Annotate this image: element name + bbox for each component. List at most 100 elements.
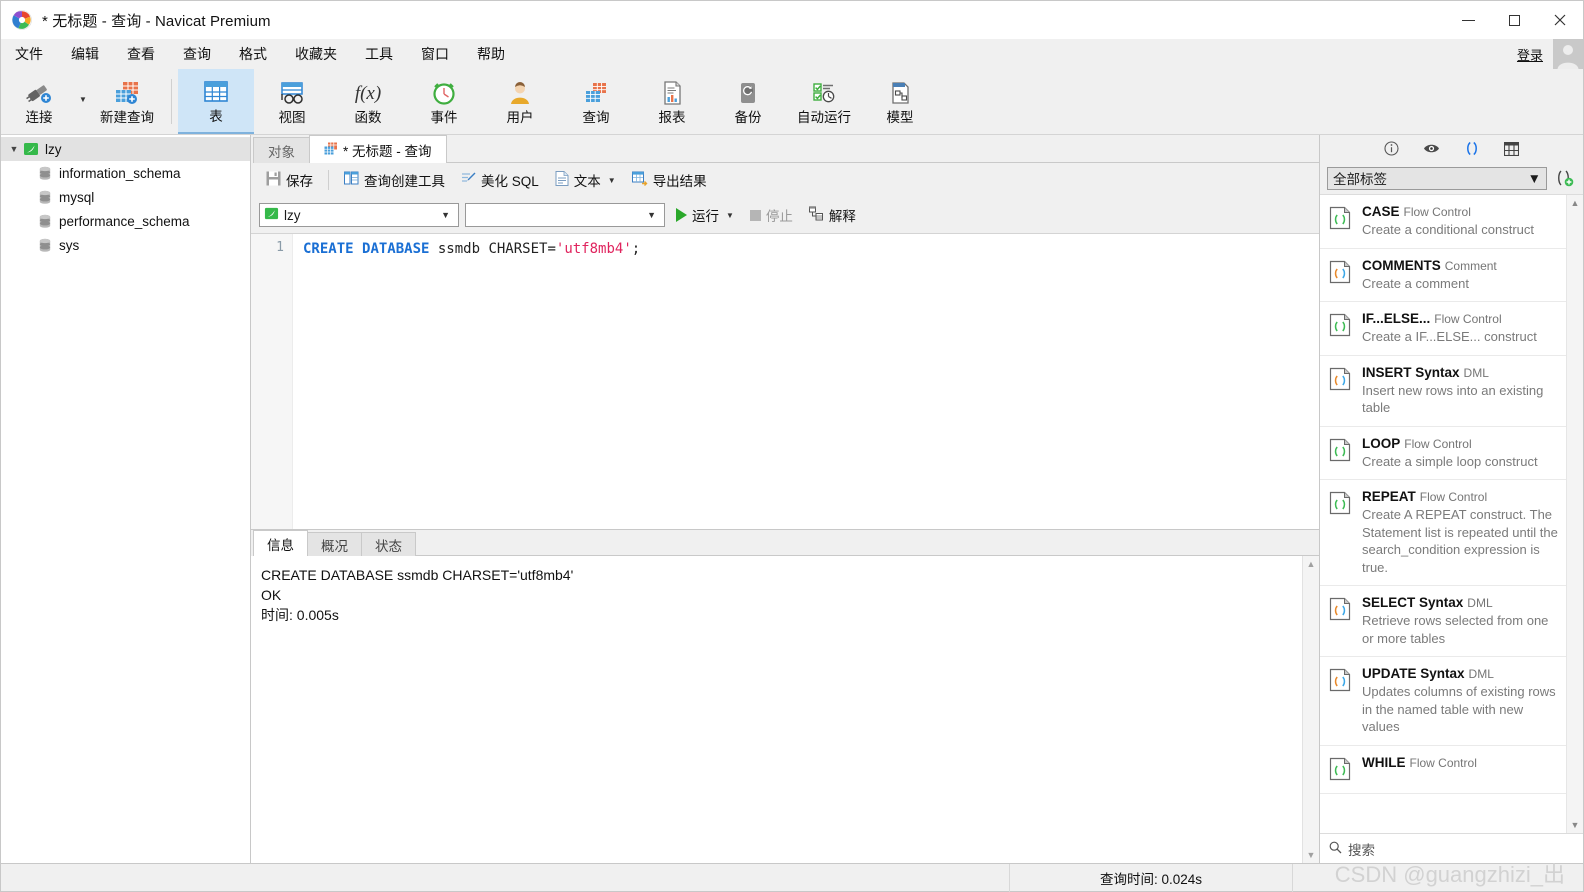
text-dropdown-caret-icon[interactable]: ▼ bbox=[608, 176, 616, 185]
scroll-down-icon[interactable]: ▼ bbox=[1307, 850, 1316, 860]
menu-help[interactable]: 帮助 bbox=[463, 41, 519, 67]
save-button[interactable]: 保存 bbox=[259, 166, 320, 194]
ribbon-new-query[interactable]: 新建查询 bbox=[89, 69, 165, 134]
list-item[interactable]: COMMENTS Comment Create a comment bbox=[1320, 249, 1566, 302]
snippet-category: Flow Control bbox=[1404, 436, 1472, 451]
tree-item-database[interactable]: performance_schema bbox=[1, 209, 250, 233]
grid-icon[interactable] bbox=[1503, 140, 1521, 158]
list-item[interactable]: REPEAT Flow Control Create A REPEAT const… bbox=[1320, 480, 1566, 586]
stop-button[interactable]: 停止 bbox=[745, 202, 798, 228]
beautify-sql-button[interactable]: 美化 SQL bbox=[454, 166, 546, 194]
scroll-up-icon[interactable]: ▲ bbox=[1307, 559, 1316, 569]
export-result-button[interactable]: 导出结果 bbox=[625, 166, 714, 194]
ribbon-query[interactable]: 查询 bbox=[558, 69, 634, 134]
login-link[interactable]: 登录 bbox=[1517, 45, 1553, 64]
close-button[interactable] bbox=[1537, 1, 1583, 39]
tree-database-label: sys bbox=[59, 237, 80, 253]
avatar[interactable] bbox=[1553, 39, 1583, 69]
text-label: 文本 bbox=[573, 174, 601, 189]
ribbon-report[interactable]: 报表 bbox=[634, 69, 710, 134]
status-left-cell bbox=[1, 864, 1009, 892]
snippet-search[interactable]: 搜索 bbox=[1320, 833, 1583, 863]
chevron-down-icon[interactable]: ▼ bbox=[7, 144, 21, 154]
menu-tools[interactable]: 工具 bbox=[351, 41, 407, 67]
ribbon-backup[interactable]: 备份 bbox=[710, 69, 786, 134]
list-item[interactable]: SELECT Syntax DML Retrieve rows selected … bbox=[1320, 586, 1566, 657]
sql-code[interactable]: CREATE DATABASE ssmdb CHARSET='utf8mb4'; bbox=[293, 234, 1319, 529]
chevron-down-icon[interactable]: ▼ bbox=[437, 210, 454, 220]
ribbon-table[interactable]: 表 bbox=[178, 69, 254, 134]
query-builder-button[interactable]: 查询创建工具 bbox=[337, 166, 452, 194]
tab-info-label: 信息 bbox=[267, 537, 294, 553]
maximize-button[interactable] bbox=[1491, 1, 1537, 39]
explain-button[interactable]: 解释 bbox=[804, 202, 861, 228]
tree-item-connection-lzy[interactable]: ▼ lzy bbox=[1, 137, 250, 161]
tree-item-database[interactable]: sys bbox=[1, 233, 250, 257]
minimize-button[interactable] bbox=[1445, 1, 1491, 39]
tab-status[interactable]: 状态 bbox=[361, 532, 416, 556]
ribbon-query-label: 查询 bbox=[582, 110, 610, 126]
sql-token: ; bbox=[631, 241, 641, 257]
menu-format[interactable]: 格式 bbox=[225, 41, 281, 67]
connection-dropdown-caret-icon[interactable]: ▼ bbox=[77, 69, 89, 134]
explain-icon bbox=[808, 206, 824, 224]
table-icon bbox=[201, 77, 231, 107]
tab-query[interactable]: * 无标题 - 查询 bbox=[309, 135, 447, 163]
preview-eye-icon[interactable] bbox=[1423, 140, 1441, 158]
report-icon bbox=[657, 78, 687, 108]
menu-favorites[interactable]: 收藏夹 bbox=[281, 41, 351, 67]
list-item[interactable]: CASE Flow Control Create a conditional co… bbox=[1320, 195, 1566, 249]
tab-profile[interactable]: 概况 bbox=[307, 532, 362, 556]
tab-objects[interactable]: 对象 bbox=[253, 137, 310, 163]
list-item[interactable]: UPDATE Syntax DML Updates columns of exis… bbox=[1320, 657, 1566, 746]
menu-file[interactable]: 文件 bbox=[1, 41, 57, 67]
menu-view[interactable]: 查看 bbox=[113, 41, 169, 67]
scroll-down-icon[interactable]: ▼ bbox=[1571, 820, 1580, 830]
menu-query[interactable]: 查询 bbox=[169, 41, 225, 67]
text-button[interactable]: 文本 ▼ bbox=[548, 166, 623, 194]
run-button[interactable]: 运行 ▼ bbox=[671, 202, 739, 228]
scroll-up-icon[interactable]: ▲ bbox=[1571, 198, 1580, 208]
list-item[interactable]: INSERT Syntax DML Insert new rows into an… bbox=[1320, 356, 1566, 427]
snippet-description: Create a comment bbox=[1362, 275, 1469, 291]
code-snippet-icon[interactable] bbox=[1463, 140, 1481, 158]
schema-select[interactable]: ▼ bbox=[465, 203, 665, 227]
ribbon-event[interactable]: 事件 bbox=[406, 69, 482, 134]
tree-item-database[interactable]: information_schema bbox=[1, 161, 250, 185]
snippet-tag-select[interactable]: 全部标签 ▼ bbox=[1327, 166, 1547, 190]
tree-item-database[interactable]: mysql bbox=[1, 185, 250, 209]
ribbon-connection[interactable]: 连接 bbox=[1, 69, 77, 134]
ribbon-model[interactable]: 模型 bbox=[862, 69, 938, 134]
sql-editor[interactable]: 1 CREATE DATABASE ssmdb CHARSET='utf8mb4… bbox=[251, 233, 1319, 529]
snippet-green-icon bbox=[1329, 489, 1353, 576]
list-item[interactable]: LOOP Flow Control Create a simple loop co… bbox=[1320, 427, 1566, 480]
ribbon-view[interactable]: 视图 bbox=[254, 69, 330, 134]
info-icon[interactable] bbox=[1383, 140, 1401, 158]
sql-token: 'utf8mb4' bbox=[555, 241, 632, 257]
run-dropdown-caret-icon[interactable]: ▼ bbox=[726, 211, 734, 220]
tab-info[interactable]: 信息 bbox=[253, 530, 308, 556]
menu-window[interactable]: 窗口 bbox=[407, 41, 463, 67]
play-icon bbox=[676, 208, 687, 222]
ribbon-function[interactable]: f(x) 函数 bbox=[330, 69, 406, 134]
snippet-list[interactable]: CASE Flow Control Create a conditional co… bbox=[1320, 194, 1583, 833]
results-panel: 信息 概况 状态 CREATE DATABASE ssmdb CHARSET='… bbox=[251, 529, 1319, 863]
chevron-down-icon[interactable]: ▼ bbox=[1528, 171, 1541, 186]
user-icon bbox=[505, 78, 535, 108]
results-scrollbar[interactable]: ▲ ▼ bbox=[1302, 556, 1319, 863]
menu-edit[interactable]: 编辑 bbox=[57, 41, 113, 67]
snippet-scrollbar[interactable]: ▲ ▼ bbox=[1566, 195, 1583, 833]
snippet-title: REPEAT bbox=[1362, 489, 1416, 504]
ribbon-new-query-label: 新建查询 bbox=[100, 110, 154, 126]
connection-select[interactable]: lzy ▼ bbox=[259, 203, 459, 227]
list-item[interactable]: WHILE Flow Control bbox=[1320, 746, 1566, 794]
snippet-tag-value: 全部标签 bbox=[1333, 172, 1387, 187]
line-number: 1 bbox=[276, 240, 284, 255]
ribbon-user[interactable]: 用户 bbox=[482, 69, 558, 134]
results-tab-strip: 信息 概况 状态 bbox=[251, 530, 1319, 556]
snippet-category: Flow Control bbox=[1409, 755, 1477, 770]
ribbon-automation[interactable]: 自动运行 bbox=[786, 69, 862, 134]
list-item[interactable]: IF...ELSE... Flow Control Create a IF...E… bbox=[1320, 302, 1566, 356]
chevron-down-icon[interactable]: ▼ bbox=[643, 210, 660, 220]
add-snippet-icon[interactable] bbox=[1554, 168, 1576, 188]
